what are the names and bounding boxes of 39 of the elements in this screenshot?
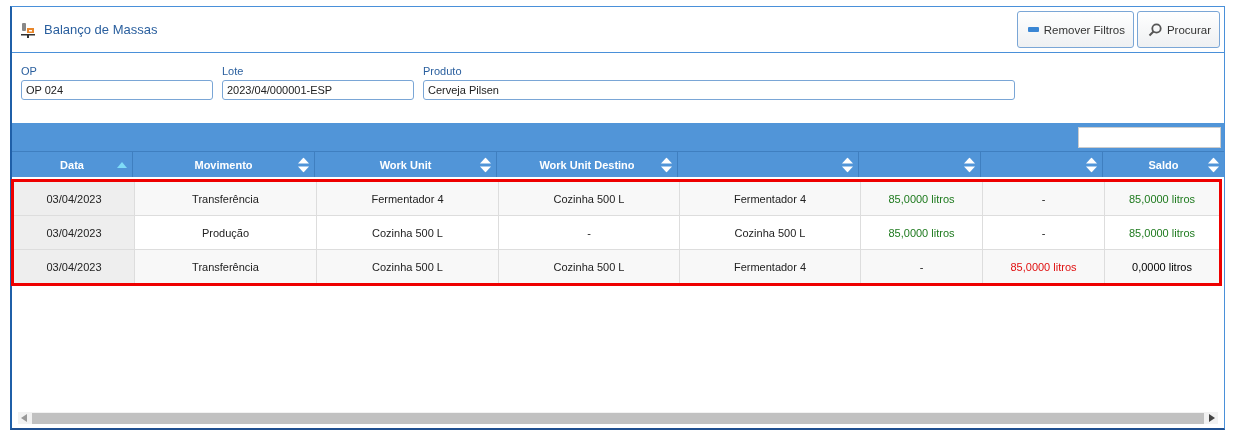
scroll-left-icon[interactable] <box>21 414 27 422</box>
table-cell: Cozinha 500 L <box>316 216 498 249</box>
field-label: Lote <box>222 65 245 77</box>
table-cell: Cozinha 500 L <box>679 216 860 249</box>
table-cell: Transferência <box>134 182 316 215</box>
table-cell: Fermentador 4 <box>679 182 860 215</box>
table-cell: Produção <box>134 216 316 249</box>
remove-filters-button[interactable]: Remover Filtros <box>1016 11 1134 48</box>
table-cell: - <box>982 216 1104 249</box>
search-button[interactable]: Procurar <box>1136 11 1220 48</box>
table-cell: - <box>498 216 679 249</box>
table-cell: Cozinha 500 L <box>498 182 679 215</box>
input-field[interactable]: OP 024 <box>21 80 213 100</box>
table-cell: 85,0000 litros <box>1104 182 1219 215</box>
table-cell: Fermentador 4 <box>679 250 860 283</box>
scroll-right-icon[interactable] <box>1209 414 1215 422</box>
table-cell: Fermentador 4 <box>316 182 498 215</box>
table-cell: - <box>860 250 982 283</box>
table-cell: 03/04/2023 <box>14 216 134 249</box>
workstation-icon <box>20 21 36 38</box>
table-cell: - <box>982 182 1104 215</box>
table-cell: 85,0000 litros <box>1104 216 1219 249</box>
table-cell: Transferência <box>134 250 316 283</box>
table-cell: Cozinha 500 L <box>498 250 679 283</box>
search-field[interactable] <box>1078 126 1221 148</box>
table-cell: 85,0000 litros <box>982 250 1104 283</box>
input-field[interactable]: 2023/04/000001-ESP <box>222 80 414 100</box>
search-icon <box>1147 22 1162 37</box>
table-cell: 85,0000 litros <box>860 216 982 249</box>
table-cell: 03/04/2023 <box>14 250 134 283</box>
table-cell: 85,0000 litros <box>860 182 982 215</box>
table-cell: 03/04/2023 <box>14 182 134 215</box>
table-cell: Cozinha 500 L <box>316 250 498 283</box>
table-cell: 0,0000 litros <box>1104 250 1219 283</box>
input-field[interactable]: Cerveja Pilsen <box>423 80 1015 100</box>
window-title: Balanço de Massas <box>44 22 158 37</box>
field-label: OP <box>21 65 38 77</box>
minus-icon <box>1027 27 1039 32</box>
field-label: Produto <box>423 65 463 77</box>
